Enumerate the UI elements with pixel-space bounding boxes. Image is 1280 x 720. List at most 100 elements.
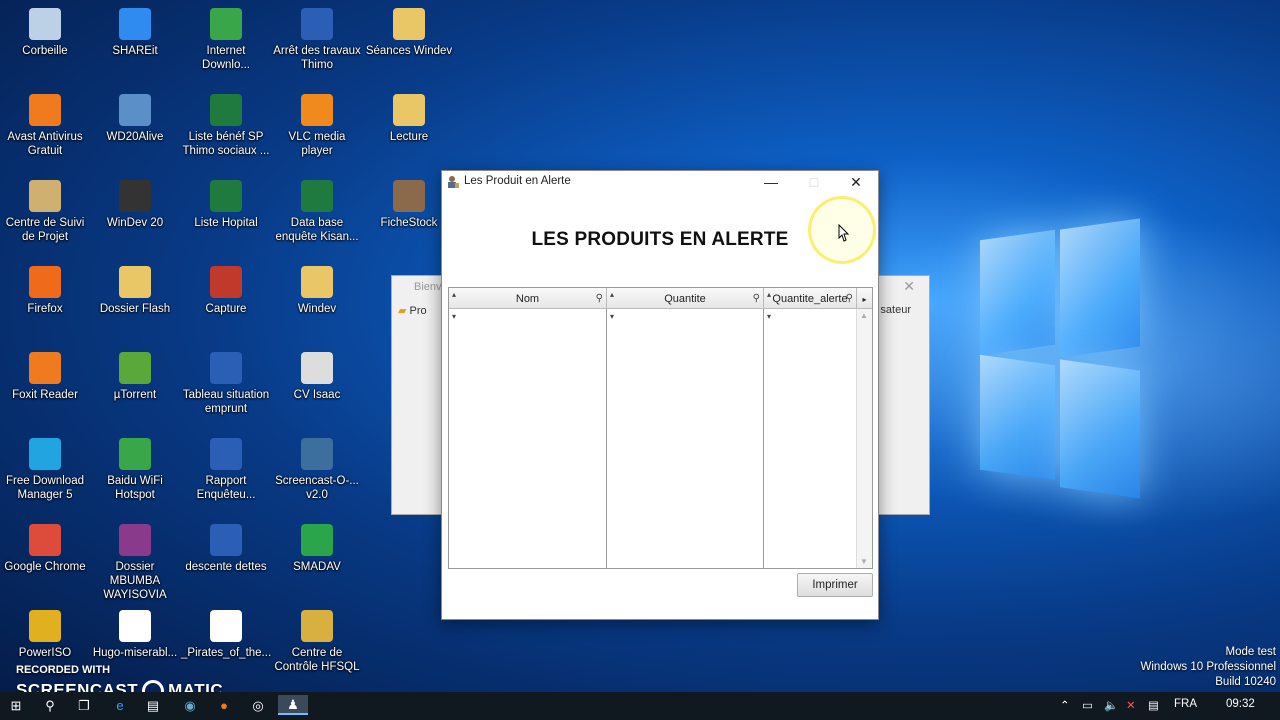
task-view-icon[interactable]: ❐ xyxy=(74,696,94,716)
search-icon[interactable]: ⚲ xyxy=(846,288,853,310)
start-windows-icon[interactable]: ⊞ xyxy=(6,696,26,716)
screencast-taskbar-icon[interactable]: ◎ xyxy=(248,696,268,716)
word-doc-icon xyxy=(210,352,242,384)
desktop-icon[interactable]: descente dettes xyxy=(181,524,271,574)
table-column-nom[interactable] xyxy=(449,309,607,568)
desktop-icon-label: Firefox xyxy=(27,303,63,315)
title-bar[interactable]: Les Produit en Alerte — □ ✕ xyxy=(442,171,878,193)
desktop-icon[interactable]: Capture xyxy=(181,266,271,316)
clock[interactable]: 09:32 xyxy=(1226,698,1255,710)
desktop-icon[interactable]: _Pirates_of_the... xyxy=(181,610,271,660)
desktop-icon[interactable]: Windev xyxy=(272,266,362,316)
desktop-icon-label: Baidu WiFi Hotspot xyxy=(107,475,163,501)
desktop-icon[interactable]: Tableau situation emprunt xyxy=(181,352,271,416)
desktop-icon-label: Windev xyxy=(297,303,337,315)
notification-icon[interactable]: ▤ xyxy=(1148,698,1159,712)
volume-icon[interactable]: 🔈 xyxy=(1104,698,1118,712)
desktop-icon[interactable]: Screencast-O-... v2.0 xyxy=(272,438,362,502)
desktop-icon[interactable]: SHAREit xyxy=(90,8,180,58)
column-scroll-right[interactable]: ▸ xyxy=(857,288,872,308)
desktop-icon[interactable]: Dossier MBUMBA WAYISOVIA xyxy=(90,524,180,602)
minimize-button[interactable]: — xyxy=(749,171,793,193)
hfsql-icon xyxy=(301,610,333,642)
background-window-item-right[interactable]: sateur xyxy=(880,304,911,316)
desktop-icon[interactable]: Data base enquête Kisan... xyxy=(272,180,362,244)
desktop-icon[interactable]: Hugo-miserabl... xyxy=(90,610,180,660)
close-icon[interactable]: ✕ xyxy=(903,278,915,295)
desktop-icon[interactable]: WD20Alive xyxy=(90,94,180,144)
taskbar-app-icon[interactable]: ◉ xyxy=(180,696,200,716)
desktop-icon-label: Screencast-O-... v2.0 xyxy=(275,475,359,501)
desktop-icon-label: VLC media player xyxy=(288,131,346,157)
watermark-line: Build 10240 xyxy=(1215,676,1276,688)
desktop-icon[interactable]: CV Isaac xyxy=(272,352,362,402)
close-button[interactable]: ✕ xyxy=(834,171,878,193)
desktop-icon[interactable]: Avast Antivirus Gratuit xyxy=(0,94,90,158)
desktop-icon[interactable]: Liste bénéf SP Thimo sociaux ... xyxy=(181,94,271,158)
desktop-icon[interactable]: Liste Hopital xyxy=(181,180,271,230)
desktop-icon[interactable]: Baidu WiFi Hotspot xyxy=(90,438,180,502)
column-header-nom[interactable]: ▴ ▾ Nom ⚲ xyxy=(449,288,607,321)
desktop-icon-label: Google Chrome xyxy=(4,561,86,573)
desktop-icon[interactable]: PowerISO xyxy=(0,610,90,660)
audio-file-icon xyxy=(210,610,242,642)
network-icon[interactable]: ✕ xyxy=(1126,698,1136,712)
scroll-up-icon[interactable]: ▲ xyxy=(860,311,868,320)
desktop-icon-label: Arrêt des travaux Thimo xyxy=(273,45,361,71)
windows-test-mode-watermark: Mode test Windows 10 Professionnel Build… xyxy=(1140,645,1276,690)
fichestock-taskbar-icon[interactable]: ♟ xyxy=(278,695,308,715)
file-explorer-icon[interactable]: ▤ xyxy=(143,696,163,716)
vlc-icon xyxy=(301,94,333,126)
word-doc-icon xyxy=(301,8,333,40)
vertical-scrollbar[interactable]: ▲ ▼ xyxy=(856,309,872,568)
shareit-icon xyxy=(119,8,151,40)
table-header: ▴ ▾ Nom ⚲ ▴ ▾ Quantite ⚲ ▴ ▾ Quantite_alert… xyxy=(449,288,872,321)
table-column-quantite[interactable] xyxy=(607,309,764,568)
search-icon[interactable]: ⚲ xyxy=(753,288,760,310)
desktop-icon[interactable]: Séances Windev xyxy=(364,8,454,58)
edge-icon[interactable]: e xyxy=(110,696,130,716)
desktop-icon-label: _Pirates_of_the... xyxy=(181,647,272,659)
language-indicator[interactable]: FRA xyxy=(1174,698,1197,710)
excel-doc-icon xyxy=(301,180,333,212)
excel-doc-icon xyxy=(210,94,242,126)
firefox-icon xyxy=(29,266,61,298)
desktop-icon[interactable]: Rapport Enquêteu... xyxy=(181,438,271,502)
desktop-icon-label: Lecture xyxy=(389,131,429,143)
table-column-quantite-alerte[interactable] xyxy=(764,309,857,568)
desktop-icon[interactable]: Corbeille xyxy=(0,8,90,58)
desktop-icon[interactable]: Centre de Contrôle HFSQL xyxy=(272,610,362,674)
recycle-bin-icon xyxy=(29,8,61,40)
battery-icon[interactable]: ▭ xyxy=(1082,698,1093,712)
background-window-item[interactable]: ▰ Pro xyxy=(398,304,427,317)
desktop-icon[interactable]: Lecture xyxy=(364,94,454,144)
desktop-icon[interactable]: Free Download Manager 5 xyxy=(0,438,90,502)
winrar-icon xyxy=(119,524,151,556)
desktop-icon[interactable]: Firefox xyxy=(0,266,90,316)
desktop-icon-label: Liste bénéf SP Thimo sociaux ... xyxy=(182,131,270,157)
desktop-icon[interactable]: Dossier Flash xyxy=(90,266,180,316)
chevron-right-icon[interactable]: ▸ xyxy=(862,295,866,304)
desktop-icon[interactable]: Foxit Reader xyxy=(0,352,90,402)
desktop-icon[interactable]: WinDev 20 xyxy=(90,180,180,230)
desktop-icon[interactable]: Internet Downlo... xyxy=(181,8,271,72)
pdf-icon xyxy=(119,610,151,642)
print-button[interactable]: Imprimer xyxy=(797,573,873,597)
desktop-icon[interactable]: Arrêt des travaux Thimo xyxy=(272,8,362,72)
firefox-icon[interactable]: ● xyxy=(214,696,234,716)
chevron-up-icon[interactable]: ⌃ xyxy=(1060,698,1070,712)
desktop-icon[interactable]: VLC media player xyxy=(272,94,362,158)
desktop-icon[interactable]: SMADAV xyxy=(272,524,362,574)
fdm-icon xyxy=(29,438,61,470)
avast-icon xyxy=(29,94,61,126)
column-header-quantite[interactable]: ▴ ▾ Quantite ⚲ xyxy=(607,288,764,321)
search-icon[interactable]: ⚲ xyxy=(596,288,603,310)
desktop-icon[interactable]: Google Chrome xyxy=(0,524,90,574)
alert-products-table[interactable]: ▴ ▾ Nom ⚲ ▴ ▾ Quantite ⚲ ▴ ▾ Quantite_alert… xyxy=(448,287,873,569)
scroll-down-icon[interactable]: ▼ xyxy=(860,557,868,566)
search-icon[interactable]: ⚲ xyxy=(40,696,60,716)
column-header-quantite-alerte[interactable]: ▴ ▾ Quantite_alerte ⚲ xyxy=(764,288,857,321)
desktop-icon[interactable]: Centre de Suivi de Projet xyxy=(0,180,90,244)
desktop-icon[interactable]: µTorrent xyxy=(90,352,180,402)
maximize-button[interactable]: □ xyxy=(792,171,836,193)
